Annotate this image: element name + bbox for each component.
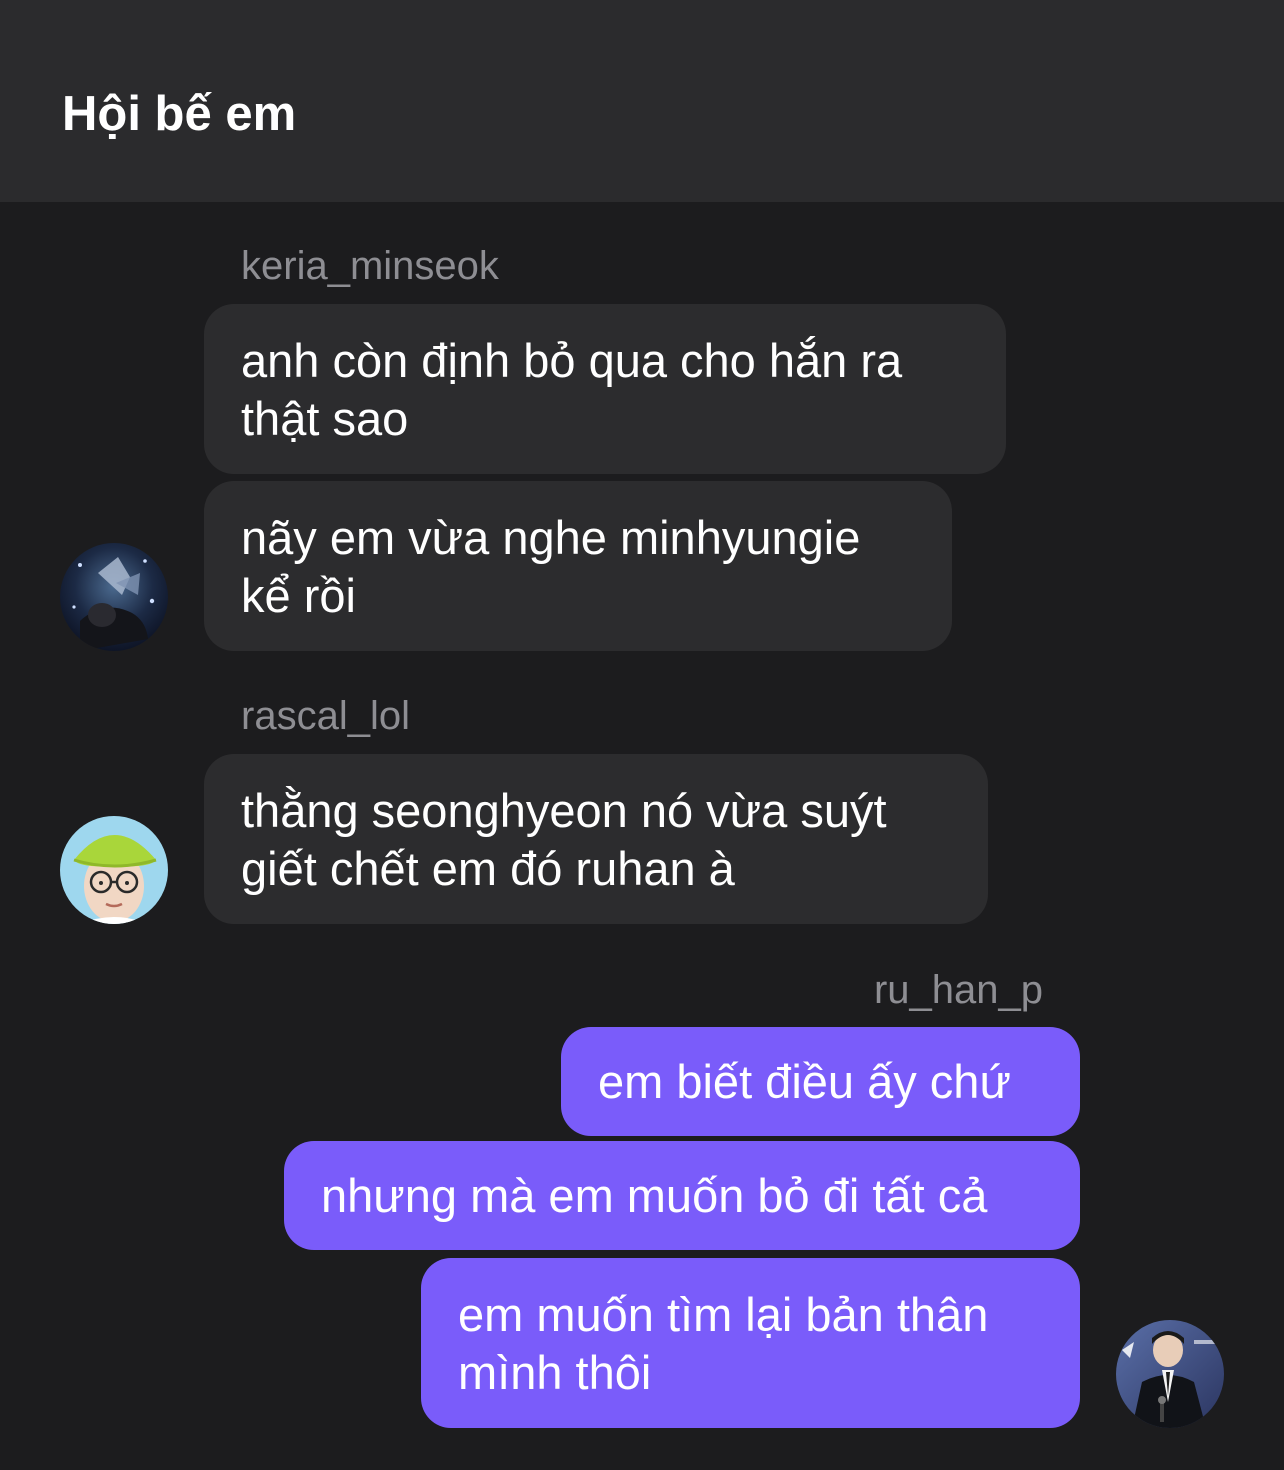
message-line: em biết điều ấy chứ [598,1055,1011,1108]
message-bubble-incoming[interactable]: thằng seonghyeon nó vừa suýt giết chết e… [204,754,988,924]
message-line: nhưng mà em muốn bỏ đi tất cả [321,1169,988,1222]
message-line: thằng seonghyeon nó vừa suýt [241,784,887,837]
user-avatar-photo[interactable] [60,543,168,651]
message-line: nãy em vừa nghe minhyungie [241,511,861,564]
message-line: em muốn tìm lại bản thân [458,1288,989,1341]
chat-title[interactable]: Hội bế em [62,84,296,144]
sender-name: keria_minseok [241,244,499,288]
message-bubble-outgoing[interactable]: nhưng mà em muốn bỏ đi tất cả [284,1141,1080,1250]
user-avatar-photo[interactable] [1116,1320,1224,1428]
chat-header: Hội bế em [0,0,1284,202]
message-bubble-outgoing[interactable]: em muốn tìm lại bản thân mình thôi [421,1258,1080,1428]
sender-name: rascal_lol [241,694,410,738]
user-avatar-photo[interactable] [60,816,168,924]
message-line: kể rồi [241,569,356,622]
message-line: anh còn định bỏ qua cho hắn ra [241,334,903,387]
message-line: giết chết em đó ruhan à [241,842,735,895]
message-bubble-incoming[interactable]: nãy em vừa nghe minhyungie kể rồi [204,481,952,651]
message-line: thật sao [241,392,409,445]
message-line: mình thôi [458,1346,652,1399]
message-bubble-outgoing[interactable]: em biết điều ấy chứ [561,1027,1080,1136]
sender-name: ru_han_p [873,968,1043,1012]
message-bubble-incoming[interactable]: anh còn định bỏ qua cho hắn ra thật sao [204,304,1006,474]
